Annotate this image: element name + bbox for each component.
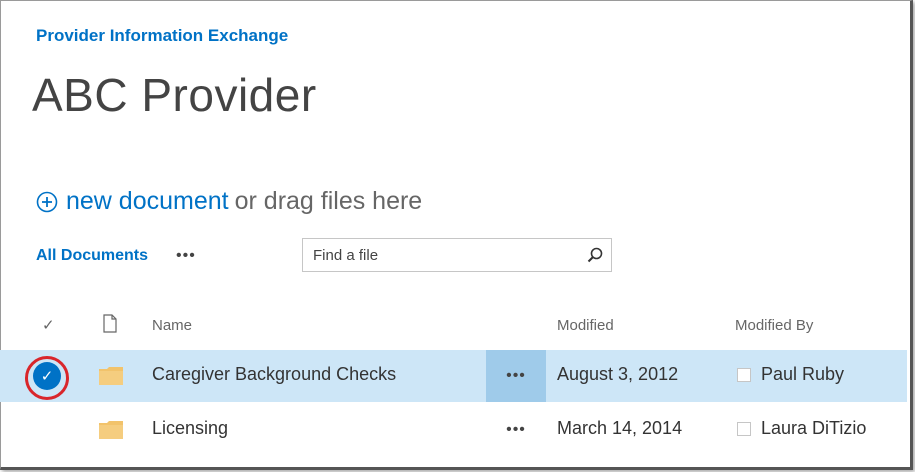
search-box — [302, 238, 612, 272]
new-document-link[interactable]: new document — [66, 187, 229, 216]
item-name-link[interactable]: Licensing — [152, 418, 228, 439]
annotation-highlight-circle — [25, 356, 69, 400]
document-icon — [103, 314, 117, 333]
presence-icon — [737, 422, 751, 436]
list-toolbar: All Documents ••• — [36, 236, 636, 276]
list-header: ✓ Name Modified Modified By — [0, 306, 907, 346]
item-modified-date: August 3, 2012 — [557, 364, 679, 384]
item-modified-date: March 14, 2014 — [557, 418, 683, 438]
search-input[interactable] — [303, 239, 583, 271]
folder-icon — [99, 367, 123, 385]
column-header-modified-by[interactable]: Modified By — [735, 317, 813, 334]
item-menu-ellipsis[interactable]: ••• — [486, 404, 546, 456]
item-modified-by[interactable]: Laura DiTizio — [761, 418, 866, 439]
page-title: ABC Provider — [32, 69, 317, 121]
column-header-modified[interactable]: Modified — [557, 317, 614, 334]
select-all-checkmark-icon[interactable]: ✓ — [42, 316, 55, 334]
plus-circle-icon[interactable] — [36, 191, 58, 213]
list-item[interactable]: Licensing ••• March 14, 2014 Laura DiTiz… — [0, 404, 907, 456]
site-title[interactable]: Provider Information Exchange — [36, 26, 288, 46]
drag-files-text: or drag files here — [234, 187, 423, 215]
item-menu-ellipsis[interactable]: ••• — [486, 350, 546, 402]
item-name-link[interactable]: Caregiver Background Checks — [152, 364, 396, 385]
view-all-documents[interactable]: All Documents — [36, 247, 148, 265]
search-icon[interactable] — [587, 247, 603, 263]
column-header-name[interactable]: Name — [152, 317, 192, 334]
list-item[interactable]: ✓ Caregiver Background Checks ••• August… — [0, 350, 907, 402]
more-views-ellipsis[interactable]: ••• — [176, 247, 196, 265]
presence-icon — [737, 368, 751, 382]
item-modified-by[interactable]: Paul Ruby — [761, 364, 844, 385]
new-document-bar: new document or drag files here — [36, 187, 422, 216]
folder-icon — [99, 421, 123, 439]
